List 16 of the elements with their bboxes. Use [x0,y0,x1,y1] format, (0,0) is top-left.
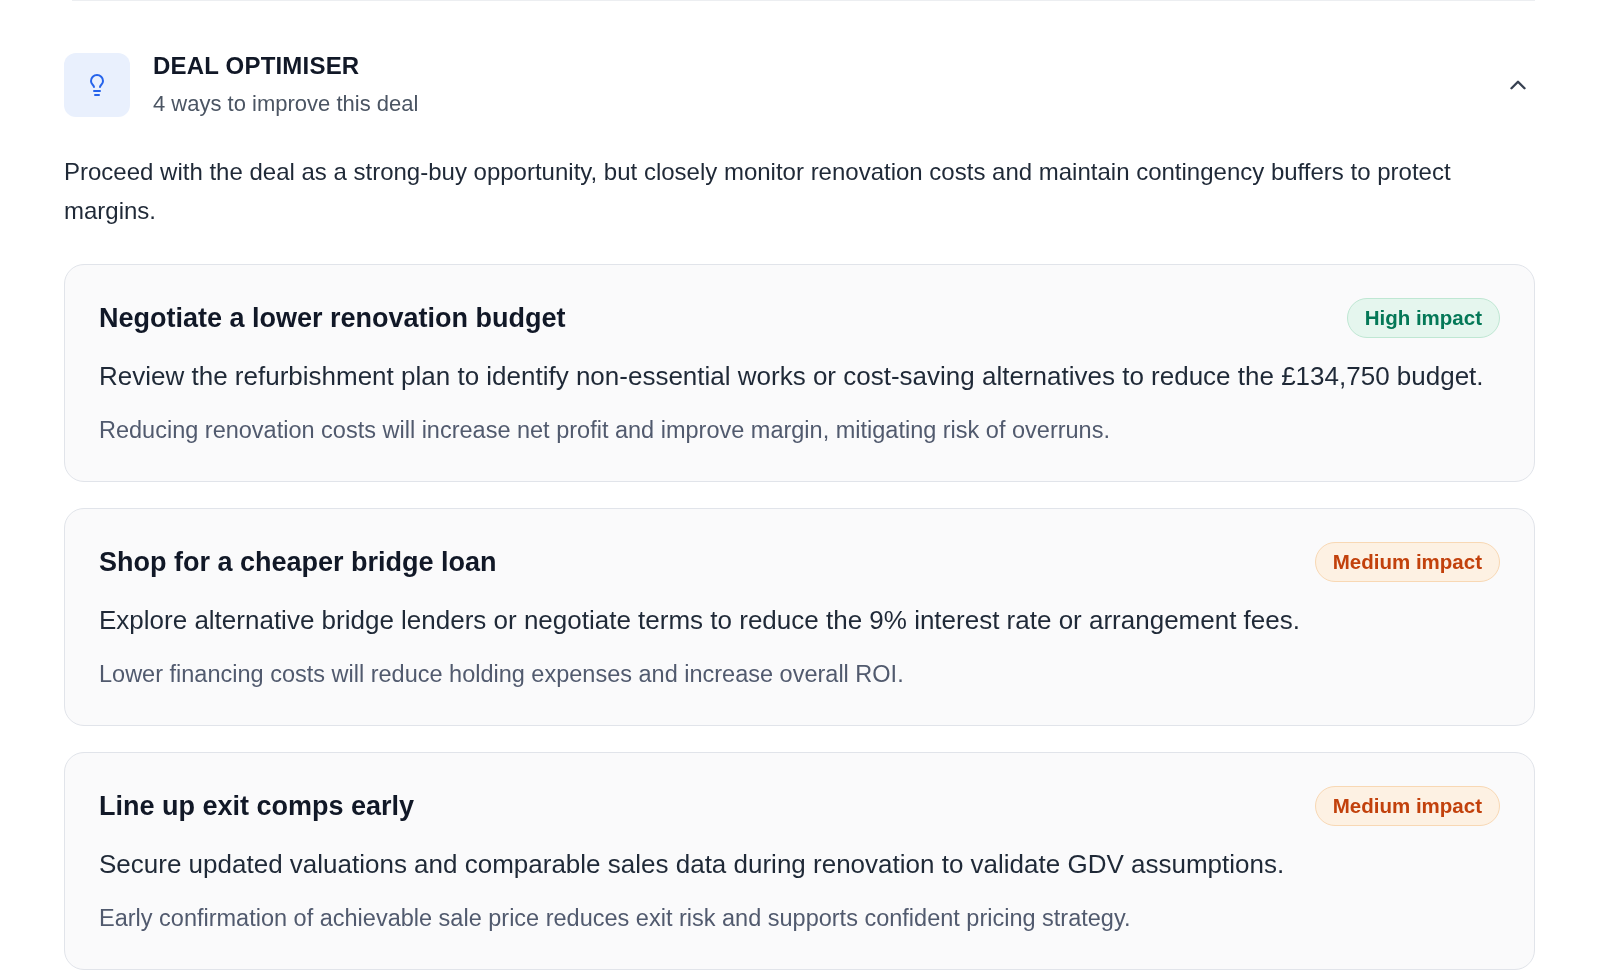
impact-badge: Medium impact [1314,786,1500,826]
suggestion-description: Review the refurbishment plan to identify non-essential works or cost-saving alternatives to reduce the £134,750 budget. [99,360,1485,393]
section-title: DEAL OPTIMISER [153,51,360,81]
suggestion-title: Line up exit comps early [99,790,415,823]
suggestion-rationale: Lower financing costs will reduce holding expenses and increase overall ROI. [99,660,905,689]
suggestion-rationale: Early confirmation of achievable sale price reduces exit risk and supports confident pricing strategy. [99,904,1132,933]
suggestion-title: Shop for a cheaper bridge loan [99,546,497,579]
impact-badge: High impact [1346,298,1500,338]
impact-badge: Medium impact [1314,542,1500,582]
section-subtitle: 4 ways to improve this deal [153,90,419,118]
suggestion-description: Secure updated valuations and comparable sales data during renovation to validate GDV assumptions. [99,848,1286,881]
suggestion-title: Negotiate a lower renovation budget [99,302,566,335]
suggestion-rationale: Reducing renovation costs will increase net profit and improve margin, mitigating risk of overruns. [99,416,1111,445]
summary-text: Proceed with the deal as a strong-buy opportunity, but closely monitor renovation costs and maintain contingency buffers to protect margins. [64,157,1452,226]
lightbulb-icon [64,53,130,117]
suggestion-description: Explore alternative bridge lenders or negotiate terms to reduce the 9% interest rate or arrangement fees. [99,604,1301,637]
